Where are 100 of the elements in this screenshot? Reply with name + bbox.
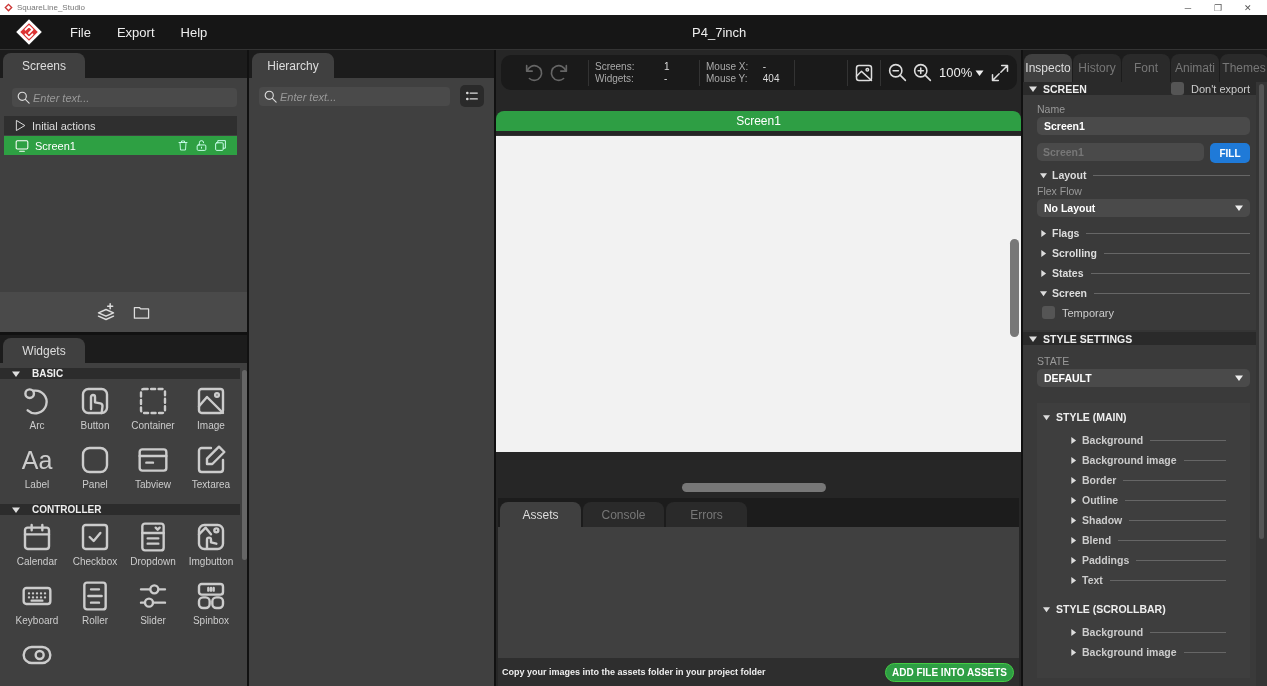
- stat-value: 404: [762, 73, 781, 84]
- caret-icon: [1235, 374, 1243, 382]
- widget-tile[interactable]: Imgbutton: [182, 521, 240, 577]
- caret-icon[interactable]: [1070, 476, 1077, 484]
- property-header[interactable]: Border: [1067, 470, 1226, 490]
- group-header[interactable]: Layout: [1037, 165, 1250, 185]
- zoom-dropdown[interactable]: 100%: [939, 65, 985, 80]
- style-group-header[interactable]: STYLE (SCROLLBAR): [1043, 600, 1250, 618]
- item-label: Initial actions: [32, 119, 97, 132]
- field-label: Name: [1037, 103, 1066, 115]
- property-header[interactable]: Text: [1067, 570, 1226, 590]
- scrollbar-thumb[interactable]: [1010, 239, 1019, 337]
- checkbox[interactable]: [1042, 306, 1055, 319]
- menu-item[interactable]: Help: [178, 22, 210, 42]
- panel-tab[interactable]: Hierarchy: [252, 53, 334, 78]
- scrollbar-thumb[interactable]: [681, 483, 826, 492]
- property-header[interactable]: Paddings: [1067, 550, 1226, 570]
- widget-tile[interactable]: Checkbox: [66, 521, 124, 577]
- caret-icon[interactable]: [1040, 229, 1047, 237]
- search-field[interactable]: Enter text...: [259, 87, 450, 106]
- group-header[interactable]: Flags: [1037, 223, 1250, 243]
- list-view-button[interactable]: [460, 85, 484, 107]
- caret-icon[interactable]: [1070, 576, 1077, 584]
- caret-icon[interactable]: [1070, 496, 1077, 504]
- property-header[interactable]: Background: [1067, 430, 1226, 450]
- group-header[interactable]: States: [1037, 263, 1250, 283]
- group-header[interactable]: Scrolling: [1037, 243, 1250, 263]
- caret-icon[interactable]: [1070, 456, 1077, 464]
- field-label: Flex Flow: [1037, 185, 1083, 197]
- image-icon: [195, 385, 227, 417]
- caret-icon[interactable]: [1070, 556, 1077, 564]
- widget-tile[interactable]: Panel: [66, 444, 124, 500]
- panel-tab[interactable]: Assets: [500, 502, 581, 527]
- section-header[interactable]: BASIC: [0, 368, 240, 379]
- stat-label: Mouse X:: [706, 61, 750, 72]
- caret-icon[interactable]: [1029, 334, 1037, 343]
- caret-icon[interactable]: [1040, 289, 1047, 297]
- name-field[interactable]: Screen1: [1037, 117, 1250, 135]
- caret-icon[interactable]: [1029, 84, 1037, 93]
- section-header[interactable]: STYLE SETTINGS: [1023, 332, 1256, 345]
- caret-icon[interactable]: [12, 505, 20, 514]
- caret-icon[interactable]: [1070, 436, 1077, 444]
- caret-icon[interactable]: [1070, 516, 1077, 524]
- caret-icon[interactable]: [12, 369, 20, 378]
- widget-tile[interactable]: Image: [182, 385, 240, 441]
- caret-icon[interactable]: [1070, 628, 1077, 636]
- inspector-tab[interactable]: Inspecto: [1024, 54, 1072, 82]
- fill-button[interactable]: FILL: [1210, 143, 1250, 163]
- widget-tile[interactable]: Textarea: [182, 444, 240, 500]
- property-header[interactable]: Background: [1067, 622, 1226, 642]
- caret-icon[interactable]: [1043, 413, 1050, 421]
- property-header[interactable]: Background image: [1067, 642, 1226, 662]
- widget-tile[interactable]: Tabview: [124, 444, 182, 500]
- property-header[interactable]: Outline: [1067, 490, 1226, 510]
- field-label: STATE: [1037, 355, 1071, 367]
- widget-tile[interactable]: Dropdown: [124, 521, 182, 577]
- window-control[interactable]: ✕: [1233, 2, 1263, 13]
- checkbox[interactable]: [1171, 82, 1185, 95]
- stat-label: Mouse Y:: [706, 73, 749, 84]
- copy-icon: [214, 139, 227, 152]
- menu-item[interactable]: File: [68, 22, 93, 42]
- section-header[interactable]: SCREEN Don't export: [1023, 82, 1256, 95]
- widget-tile[interactable]: Roller: [66, 580, 124, 636]
- scrollbar-thumb[interactable]: [242, 370, 247, 560]
- menu-item[interactable]: Export: [114, 22, 157, 42]
- layout-dropdown[interactable]: No Layout: [1037, 199, 1250, 217]
- window-control[interactable]: ❐: [1203, 2, 1233, 13]
- screen-list-item[interactable]: Initial actions: [4, 116, 237, 135]
- property-header[interactable]: Blend: [1067, 530, 1226, 550]
- rounded-square-icon: [79, 444, 111, 476]
- group-header[interactable]: Screen: [1037, 283, 1250, 303]
- property-header[interactable]: Shadow: [1067, 510, 1226, 530]
- caret-icon[interactable]: [1040, 171, 1047, 179]
- caret-icon[interactable]: [1070, 648, 1077, 656]
- widget-tile[interactable]: Calendar: [8, 521, 66, 577]
- style-group-header[interactable]: STYLE (MAIN): [1043, 408, 1250, 426]
- hand-pointer-icon: [79, 385, 111, 417]
- widget-tile[interactable]: Spinbox: [182, 580, 240, 636]
- caret-icon[interactable]: [1040, 249, 1047, 257]
- caret-icon[interactable]: [1040, 269, 1047, 277]
- widget-tile[interactable]: Arc: [8, 385, 66, 441]
- list-icon: [463, 89, 481, 103]
- unlock-icon: [195, 139, 208, 152]
- search-field[interactable]: Enter text...: [12, 88, 237, 107]
- property-header[interactable]: Background image: [1067, 450, 1226, 470]
- section-header[interactable]: CONTROLLER: [0, 504, 240, 515]
- widget-tile[interactable]: Aa Label: [8, 444, 66, 500]
- caret-icon[interactable]: [1070, 536, 1077, 544]
- add-file-button[interactable]: ADD FILE INTO ASSETS: [885, 662, 1014, 682]
- caret-icon[interactable]: [1043, 605, 1050, 613]
- widget-tile[interactable]: Slider: [124, 580, 182, 636]
- window-control[interactable]: ─: [1173, 2, 1203, 13]
- state-dropdown[interactable]: DEFAULT: [1037, 369, 1250, 387]
- panel-tab[interactable]: Widgets: [3, 338, 85, 363]
- widget-tile[interactable]: Button: [66, 385, 124, 441]
- stat-label: Widgets:: [595, 73, 635, 84]
- widget-tile[interactable]: Container: [124, 385, 182, 441]
- panel-tab[interactable]: Screens: [3, 53, 85, 78]
- widget-tile[interactable]: Keyboard: [8, 580, 66, 636]
- scrollbar-thumb[interactable]: [1259, 84, 1264, 539]
